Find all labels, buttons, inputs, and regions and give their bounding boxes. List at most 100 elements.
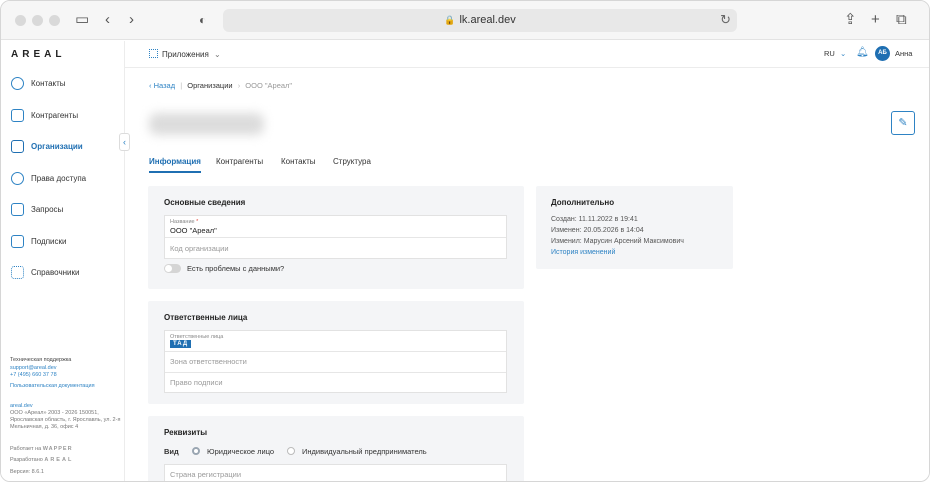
page-title-blurred bbox=[149, 113, 264, 135]
works-on-text: Работает на WAPPER bbox=[10, 446, 73, 453]
main-content: ‹ Назад | Организации › ООО "Ареал" ✎ Ин… bbox=[125, 68, 929, 481]
breadcrumb: ‹ Назад | Организации › ООО "Ареал" bbox=[149, 81, 293, 90]
wapper-logo[interactable]: WAPPER bbox=[43, 446, 73, 452]
counterparties-icon bbox=[11, 109, 24, 122]
name-field-label: Название * bbox=[170, 219, 199, 225]
bell-icon[interactable]: 🔔︎ bbox=[856, 47, 869, 58]
sidebar-item-contacts[interactable]: Контакты bbox=[1, 73, 125, 95]
organization-fields: Название * ООО "Ареал" Код организации bbox=[164, 215, 507, 259]
back-link[interactable]: Назад bbox=[154, 81, 176, 90]
sole-proprietor-label: Индивидуальный предприниматель bbox=[302, 447, 427, 456]
language-select[interactable]: RU ⌄ bbox=[824, 49, 846, 58]
chevron-down-icon: ⌄ bbox=[214, 50, 221, 59]
sidebar-item-counterparties[interactable]: Контрагенты bbox=[1, 105, 125, 127]
history-link[interactable]: История изменений bbox=[551, 249, 615, 256]
areal-small-logo[interactable]: AREAL bbox=[44, 457, 73, 463]
sidebar-item-label: Контакты bbox=[31, 79, 66, 88]
responsible-title: Ответственные лица bbox=[164, 313, 248, 322]
browser-toolbar: ▭ ‹ › ◐ 🔒 lk.areal.dev ↻ ⇪ + ⧉ bbox=[1, 1, 929, 40]
plus-icon[interactable]: + bbox=[871, 11, 880, 29]
edit-button[interactable]: ✎ bbox=[891, 111, 915, 135]
organizations-icon bbox=[11, 140, 24, 153]
chevron-down-icon: ⌄ bbox=[839, 49, 847, 58]
field-divider bbox=[165, 372, 506, 373]
tab-counterparties[interactable]: Контрагенты bbox=[216, 157, 263, 166]
sidebar: AREAL Контакты Контрагенты Организации П… bbox=[1, 41, 125, 481]
share-icon[interactable]: ⇪ bbox=[844, 11, 857, 29]
subscriptions-icon bbox=[11, 235, 24, 248]
address-bar[interactable]: 🔒 lk.areal.dev ↻ bbox=[223, 9, 737, 32]
developed-label: Разработано bbox=[10, 457, 43, 463]
minimize-window-button[interactable] bbox=[32, 15, 43, 26]
browser-window: ▭ ‹ › ◐ 🔒 lk.areal.dev ↻ ⇪ + ⧉ AREAL Конт… bbox=[0, 0, 930, 482]
avatar[interactable]: АБ bbox=[875, 46, 890, 61]
sidebar-item-label: Организации bbox=[31, 142, 83, 151]
sidebar-item-requests[interactable]: Запросы bbox=[1, 199, 125, 221]
docs-link[interactable]: Пользовательская документация bbox=[10, 383, 95, 390]
sidebar-item-label: Справочники bbox=[31, 268, 80, 277]
user-name[interactable]: Анна bbox=[895, 49, 912, 58]
field-divider bbox=[165, 351, 506, 352]
edit-icon: ✎ bbox=[898, 117, 908, 129]
areal-logo[interactable]: AREAL bbox=[11, 49, 65, 60]
basic-info-title: Основные сведения bbox=[164, 198, 246, 207]
tabs-icon[interactable]: ⧉ bbox=[896, 11, 907, 29]
address-line-1: Ярославская область, г. Ярославль, ул. 2… bbox=[10, 417, 121, 423]
requests-icon bbox=[11, 203, 24, 216]
apps-grid-icon bbox=[149, 49, 158, 58]
collapse-sidebar-button[interactable]: ‹ bbox=[119, 133, 130, 151]
sidebar-item-organizations[interactable]: Организации bbox=[1, 136, 125, 158]
version-text: Версия: 8.6.1 bbox=[10, 469, 44, 475]
works-on-label: Работает на bbox=[10, 446, 42, 452]
additional-card: Дополнительно Создан: 11.11.2022 в 19:41… bbox=[536, 186, 733, 269]
support-title: Техническая поддержка bbox=[10, 357, 72, 363]
signature-right-field[interactable]: Право подписи bbox=[170, 378, 223, 387]
sidebar-item-catalogs[interactable]: Справочники bbox=[1, 262, 125, 284]
chevron-left-icon: ‹ bbox=[149, 81, 152, 90]
apps-menu[interactable]: Приложения ⌄ bbox=[149, 49, 221, 59]
tab-information[interactable]: Информация bbox=[149, 157, 201, 173]
responsibility-zone-field[interactable]: Зона ответственности bbox=[170, 357, 247, 366]
org-code-field[interactable]: Код организации bbox=[170, 244, 229, 253]
site-link[interactable]: areal.dev bbox=[10, 403, 33, 410]
back-icon[interactable]: ‹ bbox=[105, 11, 110, 29]
sidebar-item-label: Контрагенты bbox=[31, 111, 79, 120]
requisites-card: Реквизиты Вид Юридическое лицо Индивидуа… bbox=[148, 416, 524, 481]
tab-contacts[interactable]: Контакты bbox=[281, 157, 316, 166]
legal-entity-radio[interactable] bbox=[192, 447, 200, 455]
language-value: RU bbox=[824, 49, 835, 58]
person-chip[interactable]: ТАД bbox=[170, 340, 192, 348]
contacts-icon bbox=[11, 77, 24, 90]
kind-label: Вид bbox=[164, 447, 179, 456]
app-header: Приложения ⌄ RU ⌄ 🔔︎ АБ Анна bbox=[125, 41, 929, 68]
registration-country-field[interactable]: Страна регистрации bbox=[164, 464, 507, 481]
sidebar-toggle-icon[interactable]: ▭ bbox=[75, 11, 89, 29]
basic-info-card: Основные сведения Название * ООО "Ареал"… bbox=[148, 186, 524, 289]
support-email-link[interactable]: support@areal.dev bbox=[10, 365, 57, 372]
responsible-fields: Ответственные лица ТАД Зона ответственно… bbox=[164, 330, 507, 393]
url-text: lk.areal.dev bbox=[459, 14, 516, 26]
zoom-window-button[interactable] bbox=[49, 15, 60, 26]
reload-icon[interactable]: ↻ bbox=[720, 12, 731, 28]
developed-text: Разработано AREAL bbox=[10, 457, 73, 464]
name-field[interactable]: ООО "Ареал" bbox=[170, 226, 217, 235]
registration-country-placeholder: Страна регистрации bbox=[170, 470, 242, 479]
data-problems-toggle[interactable] bbox=[164, 264, 181, 273]
breadcrumb-organizations[interactable]: Организации bbox=[187, 81, 232, 90]
forward-icon[interactable]: › bbox=[129, 11, 134, 29]
address-line-2: Мельничная, д. 36, офис 4 bbox=[10, 424, 79, 430]
sidebar-item-subscriptions[interactable]: Подписки bbox=[1, 231, 125, 253]
breadcrumb-current: ООО "Ареал" bbox=[245, 81, 293, 90]
support-phone-link[interactable]: +7 (495) 660 37 78 bbox=[10, 372, 57, 379]
sole-proprietor-radio[interactable] bbox=[287, 447, 295, 455]
sidebar-item-access[interactable]: Права доступа bbox=[1, 168, 125, 190]
lock-icon: 🔒 bbox=[444, 15, 456, 25]
close-window-button[interactable] bbox=[15, 15, 26, 26]
data-problems-label: Есть проблемы с данными? bbox=[187, 264, 285, 273]
shield-icon[interactable]: ◐ bbox=[199, 11, 206, 29]
changed-by-text: Изменил: Марусин Арсений Максимович bbox=[551, 238, 684, 245]
changed-text: Изменен: 20.05.2026 в 14:04 bbox=[551, 227, 644, 234]
tab-structure[interactable]: Структура bbox=[333, 157, 371, 166]
apps-label: Приложения bbox=[162, 50, 209, 59]
copyright-text: ООО «Ареал» 2003 - 2026 150051, bbox=[10, 410, 99, 416]
